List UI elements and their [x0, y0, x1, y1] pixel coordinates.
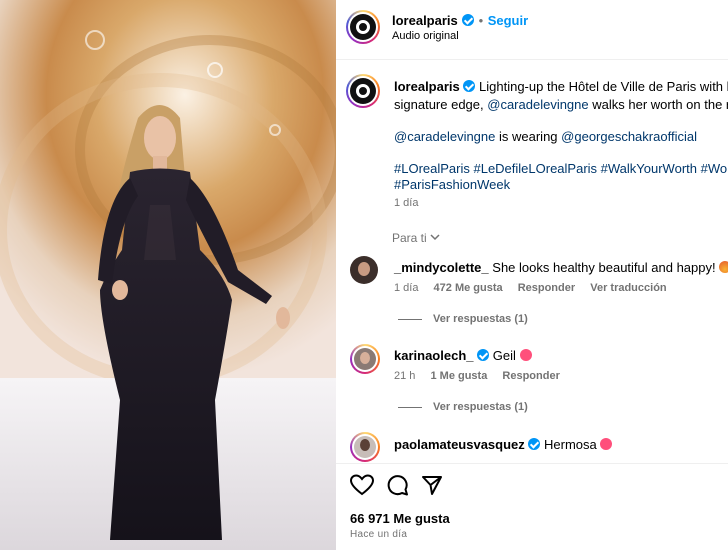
comment-time: 21 h — [394, 370, 416, 382]
audio-label[interactable]: Audio original — [392, 30, 459, 42]
caption-username[interactable]: lorealparis — [394, 79, 460, 94]
post-image[interactable] — [0, 0, 336, 550]
likes-count[interactable]: 66 971 Me gusta — [350, 511, 450, 526]
comment-username[interactable]: paolamateusvasquez — [394, 437, 525, 452]
comment-username[interactable]: karinaolech_ — [394, 348, 474, 363]
account-username[interactable]: lorealparis — [392, 13, 458, 28]
caption-line-2: signature edge, @caradelevingne walks he… — [394, 96, 728, 114]
view-replies-button[interactable]: Ver respuestas (1) — [433, 313, 528, 325]
mention-link[interactable]: @georgeschakraofficial — [561, 129, 697, 144]
replies-divider — [398, 319, 422, 320]
para-ti-label: Para ti — [392, 231, 427, 245]
share-send-icon[interactable] — [421, 474, 443, 496]
translate-button[interactable]: Ver traducción — [590, 282, 666, 294]
caption-time: 1 día — [394, 197, 419, 209]
comment-likes[interactable]: 1 Me gusta — [430, 370, 487, 382]
comment-bubble-icon[interactable] — [386, 474, 408, 496]
caption-text: signature edge, — [394, 97, 484, 112]
caption-text: is wearing — [499, 129, 558, 144]
fire-emoji-icon — [719, 261, 728, 273]
para-ti-dropdown[interactable]: Para ti — [392, 231, 440, 245]
comment-username[interactable]: _mindycolette_ — [394, 260, 489, 275]
comment-line: _mindycolette_ She looks healthy beautif… — [394, 259, 728, 277]
comment-time: 1 día — [394, 282, 419, 294]
chevron-down-icon — [430, 234, 440, 241]
mention-link[interactable]: @caradelevingne — [394, 129, 495, 144]
comment-text: She looks healthy beautiful and happy! — [492, 260, 716, 275]
comment-avatar[interactable] — [350, 344, 380, 374]
verified-badge-icon — [462, 14, 475, 26]
post-header: lorealparis • Seguir — [392, 12, 528, 30]
view-replies-button[interactable]: Ver respuestas (1) — [433, 401, 528, 413]
comment-avatar[interactable] — [350, 432, 380, 462]
comment-text: Geil — [492, 348, 516, 363]
comment-meta: 21 h 1 Me gusta Responder — [394, 370, 560, 382]
caption-verified-icon — [463, 80, 476, 92]
heart-eyes-emoji-icon — [600, 438, 613, 450]
post-time: Hace un día — [350, 529, 408, 540]
comment-avatar[interactable] — [350, 256, 378, 284]
runway-photo — [0, 0, 336, 550]
reply-button[interactable]: Responder — [518, 282, 575, 294]
like-heart-icon[interactable] — [350, 474, 374, 496]
caption-line-1: lorealparis Lighting-up the Hôtel de Vil… — [394, 78, 728, 96]
comment-verified-icon — [528, 438, 541, 450]
caption-text: walks her worth on the runw — [592, 97, 728, 112]
header-divider — [336, 59, 728, 60]
post-detail-panel: lorealparis • Seguir Audio original lore… — [336, 0, 728, 550]
comment-text: Hermosa — [544, 437, 597, 452]
account-avatar[interactable] — [346, 10, 380, 44]
caption-line-3: @caradelevingne is wearing @georgeschakr… — [394, 128, 697, 146]
hashtags-line-2[interactable]: #ParisFashionWeek — [394, 176, 510, 194]
comment-verified-icon — [477, 349, 490, 361]
mention-link[interactable]: @caradelevingne — [487, 97, 588, 112]
comment-likes[interactable]: 472 Me gusta — [434, 282, 503, 294]
caption-text: Lighting-up the Hôtel de Ville de Paris … — [479, 79, 728, 94]
comment-line: paolamateusvasquez Hermosa — [394, 436, 613, 454]
follow-button[interactable]: Seguir — [488, 13, 528, 28]
caption-avatar[interactable] — [346, 74, 380, 108]
comment-meta: 1 día 472 Me gusta Responder Ver traducc… — [394, 282, 667, 294]
heart-eyes-emoji-icon — [519, 349, 532, 361]
reply-button[interactable]: Responder — [502, 370, 559, 382]
separator-dot: • — [478, 13, 484, 28]
actions-divider — [336, 463, 728, 464]
replies-divider — [398, 407, 422, 408]
comment-line: karinaolech_ Geil — [394, 347, 532, 365]
